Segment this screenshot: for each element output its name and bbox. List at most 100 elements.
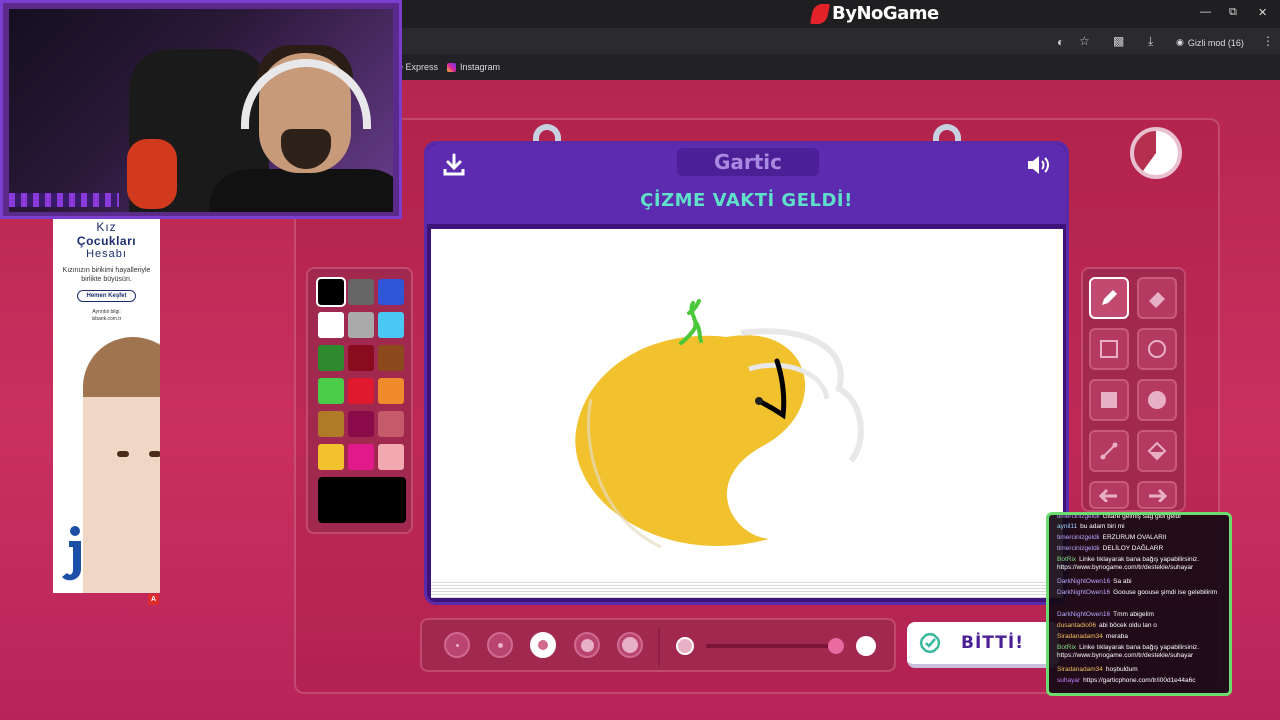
brush-size-1[interactable]: [444, 632, 470, 658]
undo-tool[interactable]: [1089, 481, 1129, 509]
line-tool[interactable]: [1089, 430, 1129, 472]
chat-text: abi böcek oldu lan o: [1099, 622, 1157, 629]
opacity-slider[interactable]: [706, 644, 840, 648]
ellipse-outline-tool[interactable]: [1137, 328, 1177, 370]
ad-info-line: Ayrıntılı bilgi:: [92, 309, 121, 315]
incognito-indicator[interactable]: ◉ Gizli mod (16): [1176, 37, 1244, 48]
color-swatch-green[interactable]: [318, 378, 344, 404]
volume-icon[interactable]: [1025, 152, 1051, 178]
color-swatch-rose[interactable]: [378, 411, 404, 437]
round-timer: [1130, 127, 1182, 179]
close-icon[interactable]: ✕: [1258, 6, 1267, 19]
color-swatch-orange[interactable]: [378, 378, 404, 404]
chat-username: timercinizgeldii: [1057, 545, 1100, 552]
brush-size-5[interactable]: [617, 632, 643, 658]
color-swatch-magenta[interactable]: [348, 444, 374, 470]
color-swatch-maroon[interactable]: [348, 411, 374, 437]
color-swatch-dark-green[interactable]: [318, 345, 344, 371]
square-outline-icon: [1100, 340, 1118, 358]
ad-choices-badge[interactable]: A: [148, 594, 159, 605]
chat-username: dusantadio06: [1057, 622, 1097, 629]
eye-off-icon[interactable]: ◐: [1057, 35, 1064, 49]
color-swatch-gray[interactable]: [348, 279, 374, 305]
brand-logo: ByNoGame: [809, 3, 939, 24]
ellipse-fill-tool[interactable]: [1137, 379, 1177, 421]
board-header: Gartic ÇİZME VAKTİ GELDİ!: [427, 144, 1066, 224]
chat-text: Gitare gelmiş sağ gibi geldi: [1102, 513, 1181, 520]
color-swatch-dark-red[interactable]: [348, 345, 374, 371]
bookmark-express[interactable]: e Express: [398, 62, 438, 72]
color-swatch-black[interactable]: [316, 277, 346, 307]
instagram-icon: [447, 62, 456, 72]
chat-text: Sa abi: [1113, 578, 1132, 585]
color-swatch-light-gray[interactable]: [348, 312, 374, 338]
minimize-icon[interactable]: —: [1200, 6, 1211, 18]
drawing-canvas[interactable]: [431, 229, 1063, 594]
circle-outline-icon: [1148, 340, 1166, 358]
color-swatch-pink[interactable]: [378, 444, 404, 470]
rectangle-outline-tool[interactable]: [1089, 328, 1129, 370]
chat-text: Linke tıklayarak bana bağış yapabilirsin…: [1057, 644, 1200, 659]
color-swatch-brown[interactable]: [378, 345, 404, 371]
rectangle-fill-tool[interactable]: [1089, 379, 1129, 421]
chat-message: timercinizgeldii ERZURUM OVALARII: [1057, 534, 1229, 542]
bookmark-label: e Express: [398, 62, 439, 72]
brush-size-3[interactable]: [530, 632, 556, 658]
chat-message: timercinizgeldii Gitare gelmiş sağ gibi g…: [1057, 513, 1229, 521]
chat-text: Tmm abigelim: [1113, 611, 1154, 618]
webcam-feed: [9, 9, 393, 212]
webcam-overlay: [0, 0, 402, 219]
opacity-slider-handle[interactable]: [828, 638, 844, 654]
chat-username: DarkNightOwen16: [1057, 611, 1111, 618]
done-label: BİTTİ!: [961, 633, 1024, 653]
brand-name: ByNoGame: [832, 3, 939, 24]
check-icon: [919, 632, 941, 654]
kebab-menu-icon[interactable]: ⋮: [1262, 34, 1274, 48]
ad-photo-eye: [117, 451, 129, 457]
color-swatch-ochre[interactable]: [318, 411, 344, 437]
restore-icon[interactable]: ⧉: [1229, 6, 1237, 19]
download-icon[interactable]: ⤓: [1148, 34, 1153, 49]
fill-tool[interactable]: [1137, 430, 1177, 472]
color-swatch-light-blue[interactable]: [378, 312, 404, 338]
redo-tool[interactable]: [1137, 481, 1177, 509]
isbank-logo-icon: [62, 526, 81, 581]
drawing-content: [575, 299, 864, 549]
eraser-icon: [1149, 292, 1165, 308]
chat-text: hoşbuldum: [1105, 666, 1138, 673]
streamer-body: [209, 169, 393, 212]
pencil-tool[interactable]: [1089, 277, 1129, 319]
done-button[interactable]: BİTTİ!: [907, 622, 1059, 668]
ad-title-line: Kız: [96, 220, 117, 234]
chat-message: BotRix Linke tıklayarak bana bağış yapabi…: [1057, 644, 1229, 660]
gartic-logo: Gartic: [677, 148, 819, 176]
chat-text: Goouse goouse şimdi ise gelebilirim: [1113, 589, 1218, 596]
chat-text: Linke tıklayarak bana bağış yapabilirsin…: [1057, 556, 1200, 571]
pencil-icon: [1102, 290, 1117, 305]
brush-size-2[interactable]: [487, 632, 513, 658]
tool-panel: [1081, 267, 1186, 512]
ad-cta-button[interactable]: Hemen Keşfet: [77, 290, 136, 302]
color-swatch-blue[interactable]: [378, 279, 404, 305]
ad-info-line: isbank.com.tr: [91, 316, 122, 322]
color-swatch-yellow[interactable]: [318, 444, 344, 470]
incognito-label: Gizli mod (16): [1187, 37, 1244, 48]
chat-username: DarkNightOwen16: [1057, 589, 1111, 596]
fill-bucket-icon: [1147, 441, 1167, 461]
color-swatch-red[interactable]: [348, 378, 374, 404]
divider: [658, 628, 660, 666]
extensions-icon[interactable]: ▩: [1113, 34, 1124, 48]
advertisement[interactable]: Kız Çocukları Hesabı Kızınızın birikimi …: [53, 219, 160, 593]
redo-icon: [1149, 488, 1167, 502]
ad-title-line: Çocukları: [76, 234, 137, 248]
brush-size-4[interactable]: [574, 632, 600, 658]
star-icon[interactable]: ☆: [1079, 34, 1090, 48]
eraser-tool[interactable]: [1137, 277, 1177, 319]
chat-text: bu adam biri mi: [1080, 523, 1125, 530]
chat-username: suhayar: [1057, 677, 1081, 684]
square-filled-icon: [1101, 392, 1117, 408]
current-color-preview[interactable]: [318, 477, 406, 523]
color-swatch-white[interactable]: [318, 312, 344, 338]
bookmark-instagram[interactable]: Instagram: [447, 62, 500, 72]
download-drawing-icon[interactable]: [441, 152, 467, 178]
